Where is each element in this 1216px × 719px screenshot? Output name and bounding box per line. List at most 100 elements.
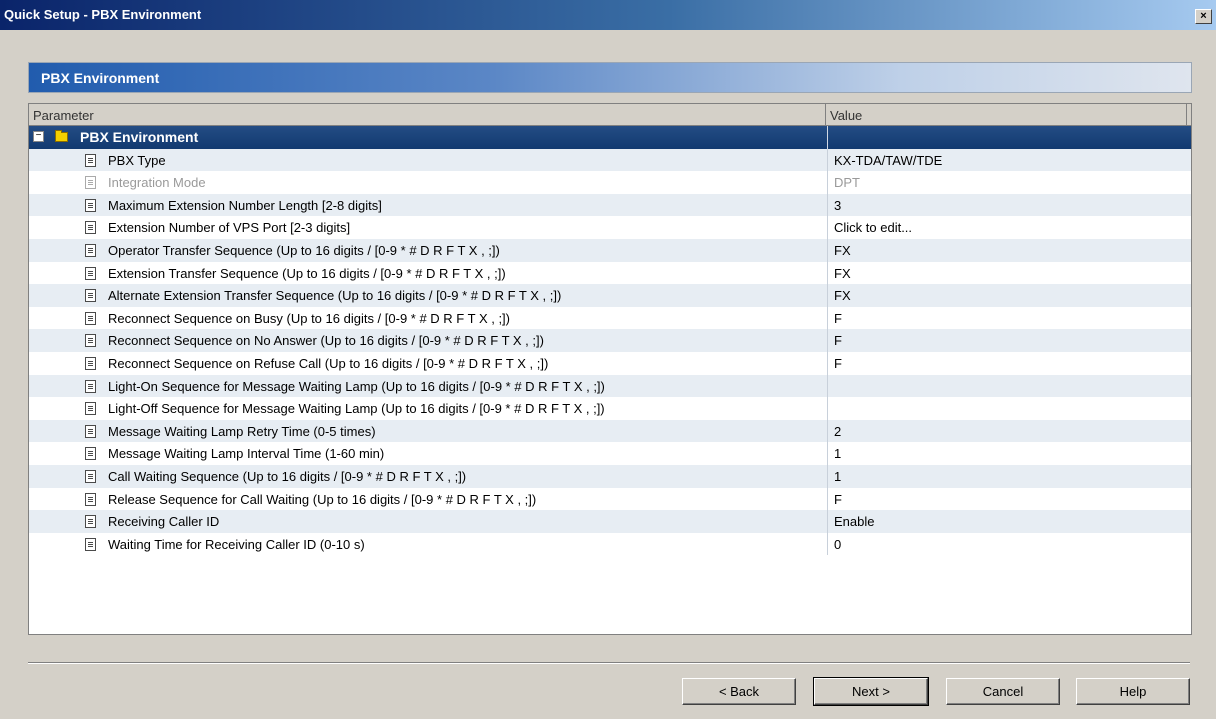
document-icon xyxy=(85,447,96,461)
table-row[interactable]: Extension Number of VPS Port [2-3 digits… xyxy=(29,216,1191,239)
parameter-label: Alternate Extension Transfer Sequence (U… xyxy=(108,288,562,304)
document-icon xyxy=(85,537,96,551)
parameter-label: Release Sequence for Call Waiting (Up to… xyxy=(108,491,537,507)
table-row[interactable]: Message Waiting Lamp Interval Time (1-60… xyxy=(29,442,1191,465)
value-cell[interactable]: 1 xyxy=(827,442,1191,465)
parameter-value: FX xyxy=(834,242,851,258)
document-icon xyxy=(85,176,96,190)
table-row[interactable]: Reconnect Sequence on Refuse Call (Up to… xyxy=(29,351,1191,375)
value-cell[interactable]: KX-TDA/TAW/TDE xyxy=(827,148,1191,172)
value-cell[interactable]: 2 xyxy=(827,419,1191,443)
table-row[interactable]: Light-Off Sequence for Message Waiting L… xyxy=(29,397,1191,420)
table-row[interactable]: PBX Type KX-TDA/TAW/TDE xyxy=(29,148,1191,172)
parameter-label: Call Waiting Sequence (Up to 16 digits /… xyxy=(108,468,467,484)
parameter-value: 0 xyxy=(834,536,842,552)
parameter-label: Integration Mode xyxy=(108,175,206,191)
parameter-value: Click to edit... xyxy=(834,220,913,236)
back-button[interactable]: < Back xyxy=(682,678,796,705)
close-button[interactable]: × xyxy=(1195,9,1212,24)
value-cell[interactable]: Enable xyxy=(827,510,1191,533)
value-cell[interactable]: DPT xyxy=(827,171,1191,194)
document-icon xyxy=(85,153,96,167)
parameter-value: Enable xyxy=(834,514,875,530)
parameter-label: Receiving Caller ID xyxy=(108,514,220,530)
value-cell[interactable]: 3 xyxy=(827,193,1191,217)
value-cell[interactable]: FX xyxy=(827,284,1191,307)
cancel-button[interactable]: Cancel xyxy=(946,678,1060,705)
parameter-label: Light-Off Sequence for Message Waiting L… xyxy=(108,401,605,417)
document-icon xyxy=(85,334,96,348)
parameter-value: FX xyxy=(834,265,851,281)
table-row[interactable]: Reconnect Sequence on Busy (Up to 16 dig… xyxy=(29,306,1191,330)
parameter-label: Message Waiting Lamp Interval Time (1-60… xyxy=(108,446,385,462)
parameter-label: Maximum Extension Number Length [2-8 dig… xyxy=(108,197,382,213)
document-icon xyxy=(85,402,96,416)
collapse-toggle-icon[interactable]: − xyxy=(33,131,44,142)
property-grid[interactable]: Parameter Value − PBX Environment PBX Ty… xyxy=(28,103,1192,635)
value-cell[interactable]: FX xyxy=(827,238,1191,262)
document-icon xyxy=(85,311,96,325)
group-row[interactable]: − PBX Environment xyxy=(29,126,1191,149)
table-row[interactable]: Waiting Time for Receiving Caller ID (0-… xyxy=(29,532,1191,556)
document-icon xyxy=(85,243,96,257)
value-cell[interactable]: F xyxy=(827,487,1191,511)
parameter-value: F xyxy=(834,310,842,326)
document-icon xyxy=(85,492,96,506)
document-icon xyxy=(85,289,96,303)
document-icon xyxy=(85,379,96,393)
table-row[interactable]: Extension Transfer Sequence (Up to 16 di… xyxy=(29,261,1191,285)
parameter-value: F xyxy=(834,355,842,371)
parameter-label: Extension Number of VPS Port [2-3 digits… xyxy=(108,220,351,236)
value-cell[interactable]: Click to edit... xyxy=(827,216,1191,239)
folder-icon xyxy=(55,130,68,142)
value-cell[interactable] xyxy=(827,374,1191,398)
parameter-label: PBX Type xyxy=(108,152,166,168)
table-row[interactable]: Reconnect Sequence on No Answer (Up to 1… xyxy=(29,329,1191,352)
value-cell[interactable]: F xyxy=(827,306,1191,330)
next-button[interactable]: Next > xyxy=(813,677,929,706)
parameter-label: Reconnect Sequence on Refuse Call (Up to… xyxy=(108,355,549,371)
document-icon xyxy=(85,221,96,235)
table-row[interactable]: Receiving Caller ID Enable xyxy=(29,510,1191,533)
parameter-value: 1 xyxy=(834,446,842,462)
document-icon xyxy=(85,198,96,212)
value-cell[interactable]: 1 xyxy=(827,464,1191,488)
parameter-label: Extension Transfer Sequence (Up to 16 di… xyxy=(108,265,506,281)
parameter-label: Operator Transfer Sequence (Up to 16 dig… xyxy=(108,242,500,258)
parameter-value: F xyxy=(834,333,842,349)
parameter-label: Message Waiting Lamp Retry Time (0-5 tim… xyxy=(108,423,376,439)
separator xyxy=(28,662,1190,664)
group-label: PBX Environment xyxy=(80,129,199,145)
value-cell[interactable]: F xyxy=(827,351,1191,375)
parameter-value: 1 xyxy=(834,468,842,484)
table-row[interactable]: Integration Mode DPT xyxy=(29,171,1191,194)
column-header-value[interactable]: Value xyxy=(826,104,1187,125)
parameter-label: Reconnect Sequence on No Answer (Up to 1… xyxy=(108,333,544,349)
value-cell[interactable] xyxy=(827,397,1191,420)
parameter-value: F xyxy=(834,491,842,507)
parameter-label: Light-On Sequence for Message Waiting La… xyxy=(108,378,605,394)
document-icon xyxy=(85,515,96,529)
parameter-value: 3 xyxy=(834,197,842,213)
parameter-value: DPT xyxy=(834,175,860,191)
document-icon xyxy=(85,469,96,483)
column-header-parameter[interactable]: Parameter xyxy=(29,104,826,125)
table-row[interactable]: Alternate Extension Transfer Sequence (U… xyxy=(29,284,1191,307)
parameter-value: FX xyxy=(834,288,851,304)
parameter-label: Reconnect Sequence on Busy (Up to 16 dig… xyxy=(108,310,510,326)
table-row[interactable]: Release Sequence for Call Waiting (Up to… xyxy=(29,487,1191,511)
table-row[interactable]: Maximum Extension Number Length [2-8 dig… xyxy=(29,193,1191,217)
value-cell[interactable]: F xyxy=(827,329,1191,352)
document-icon xyxy=(85,356,96,370)
help-button[interactable]: Help xyxy=(1076,678,1190,705)
document-icon xyxy=(85,424,96,438)
title-bar: Quick Setup - PBX Environment × xyxy=(0,0,1216,30)
grid-rows: − PBX Environment PBX Type KX-TDA/TAW/TDE… xyxy=(29,126,1191,556)
table-row[interactable]: Operator Transfer Sequence (Up to 16 dig… xyxy=(29,238,1191,262)
table-row[interactable]: Light-On Sequence for Message Waiting La… xyxy=(29,374,1191,398)
parameter-value: 2 xyxy=(834,423,842,439)
value-cell[interactable]: FX xyxy=(827,261,1191,285)
table-row[interactable]: Call Waiting Sequence (Up to 16 digits /… xyxy=(29,464,1191,488)
value-cell[interactable]: 0 xyxy=(827,532,1191,556)
table-row[interactable]: Message Waiting Lamp Retry Time (0-5 tim… xyxy=(29,419,1191,443)
